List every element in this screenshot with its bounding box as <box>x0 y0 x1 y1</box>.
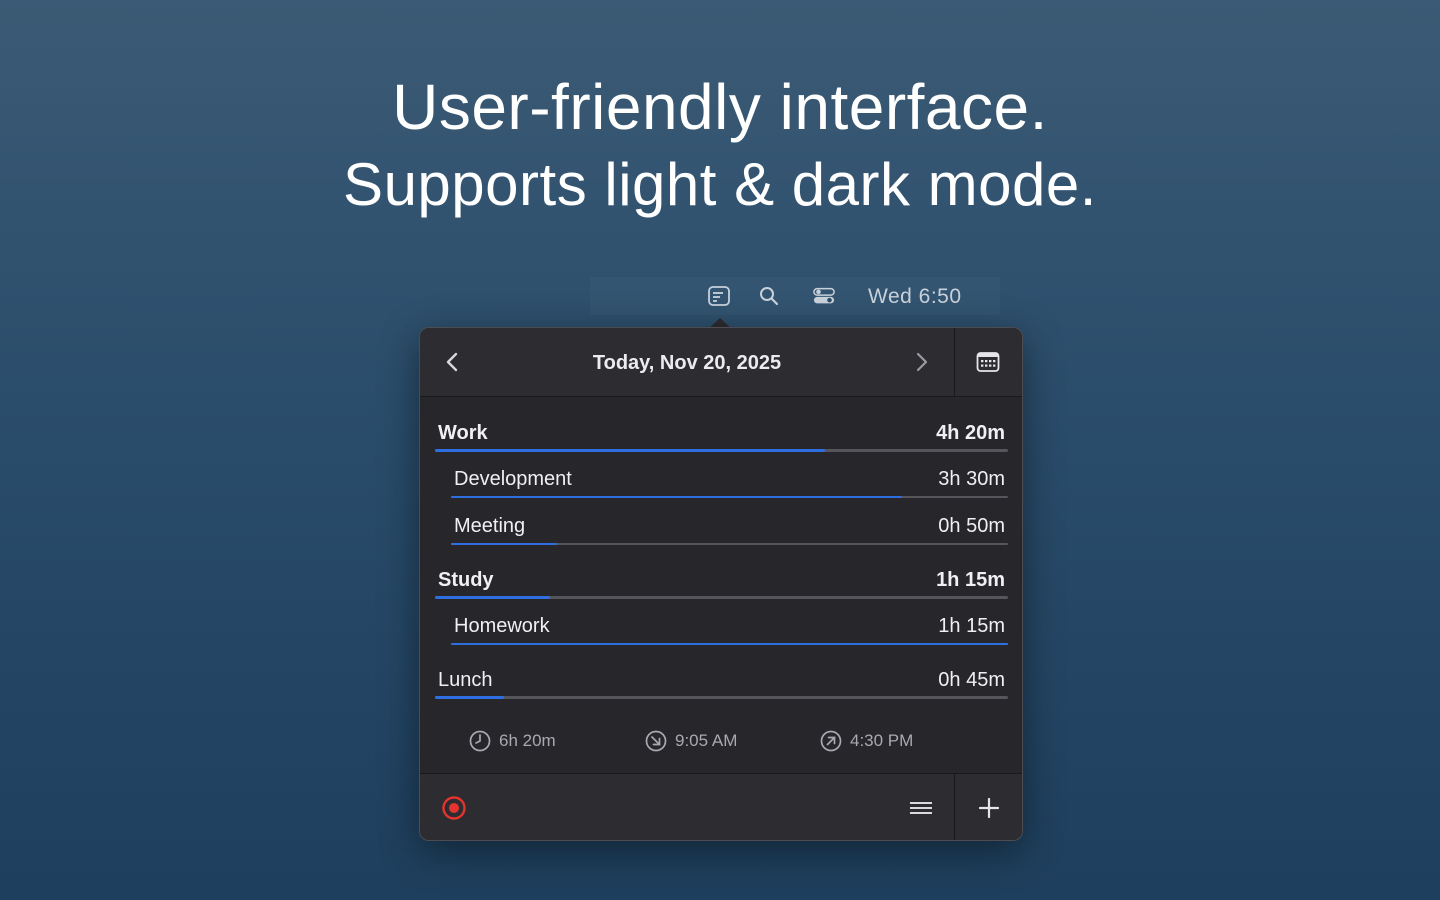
popover-footer <box>420 773 1022 840</box>
end-time-stat: 4:30 PM <box>820 728 913 754</box>
chevron-right-icon <box>916 352 928 372</box>
progress-track <box>451 643 1008 645</box>
progress-track <box>435 449 1008 452</box>
calendar-button[interactable] <box>976 350 1000 374</box>
list-item[interactable]: Homework 1h 15m <box>451 605 1008 645</box>
app-menu-icon[interactable] <box>708 286 730 306</box>
progress-track <box>451 543 1008 545</box>
progress-track <box>435 596 1008 599</box>
progress-fill <box>435 596 550 599</box>
entry-label: Lunch <box>438 669 493 691</box>
total-duration: 6h 20m <box>499 731 556 750</box>
record-icon <box>442 796 466 820</box>
entry-duration: 0h 45m <box>938 669 1005 691</box>
clock-icon <box>469 730 491 752</box>
progress-fill <box>435 696 504 699</box>
previous-day-button[interactable] <box>440 348 464 376</box>
entry-duration: 1h 15m <box>938 615 1005 637</box>
entry-duration: 0h 50m <box>938 515 1005 537</box>
progress-fill <box>451 496 903 498</box>
end-time: 4:30 PM <box>850 731 914 750</box>
date-title: Today, Nov 20, 2025 <box>592 352 782 374</box>
list-view-button[interactable] <box>906 796 936 820</box>
list-item[interactable]: Development 3h 30m <box>451 458 1008 498</box>
entry-label: Development <box>454 468 572 490</box>
header-divider <box>954 328 955 396</box>
list-icon <box>910 802 932 814</box>
progress-track <box>435 696 1008 699</box>
list-item[interactable]: Lunch 0h 45m <box>435 659 1008 699</box>
progress-track <box>451 496 1008 498</box>
progress-fill <box>451 543 557 545</box>
start-time: 9:05 AM <box>675 731 738 750</box>
footer-divider <box>954 774 955 840</box>
headline-subtitle: Supports light & dark mode. <box>343 151 1097 218</box>
chevron-left-icon <box>446 352 458 372</box>
popover-header: Today, Nov 20, 2025 <box>420 328 1022 397</box>
menu-bar-clock[interactable]: Wed 6:50 <box>868 285 962 309</box>
next-day-button[interactable] <box>910 348 934 376</box>
entry-duration: 4h 20m <box>936 422 1005 444</box>
headline-title: User-friendly interface. <box>392 71 1048 143</box>
plus-icon <box>978 797 1000 819</box>
menu-bar: Wed 6:50 <box>590 277 1000 315</box>
start-time-stat: 9:05 AM <box>645 728 737 754</box>
entry-label: Work <box>438 422 488 444</box>
list-item[interactable]: Work 4h 20m <box>435 412 1008 452</box>
summary-stats: 6h 20m 9:05 AM 4:30 PM <box>420 728 1022 754</box>
record-button[interactable] <box>440 794 468 822</box>
total-duration-stat: 6h 20m <box>469 728 556 754</box>
list-item[interactable]: Study 1h 15m <box>435 559 1008 599</box>
add-entry-button[interactable] <box>975 794 1003 822</box>
search-icon[interactable] <box>758 286 780 306</box>
entry-label: Homework <box>454 615 550 637</box>
arrow-out-icon <box>820 730 842 752</box>
arrow-in-icon <box>645 730 667 752</box>
calendar-icon <box>976 352 1000 372</box>
entry-label: Study <box>438 569 494 591</box>
progress-fill <box>451 643 1008 645</box>
time-tracker-popover: Today, Nov 20, 2025 Work 4h 20m Developm… <box>419 327 1023 841</box>
progress-fill <box>435 449 825 452</box>
entry-label: Meeting <box>454 515 526 537</box>
entry-duration: 3h 30m <box>938 468 1005 490</box>
list-item[interactable]: Meeting 0h 50m <box>451 505 1008 545</box>
control-center-icon[interactable] <box>813 286 835 306</box>
entry-duration: 1h 15m <box>936 569 1005 591</box>
